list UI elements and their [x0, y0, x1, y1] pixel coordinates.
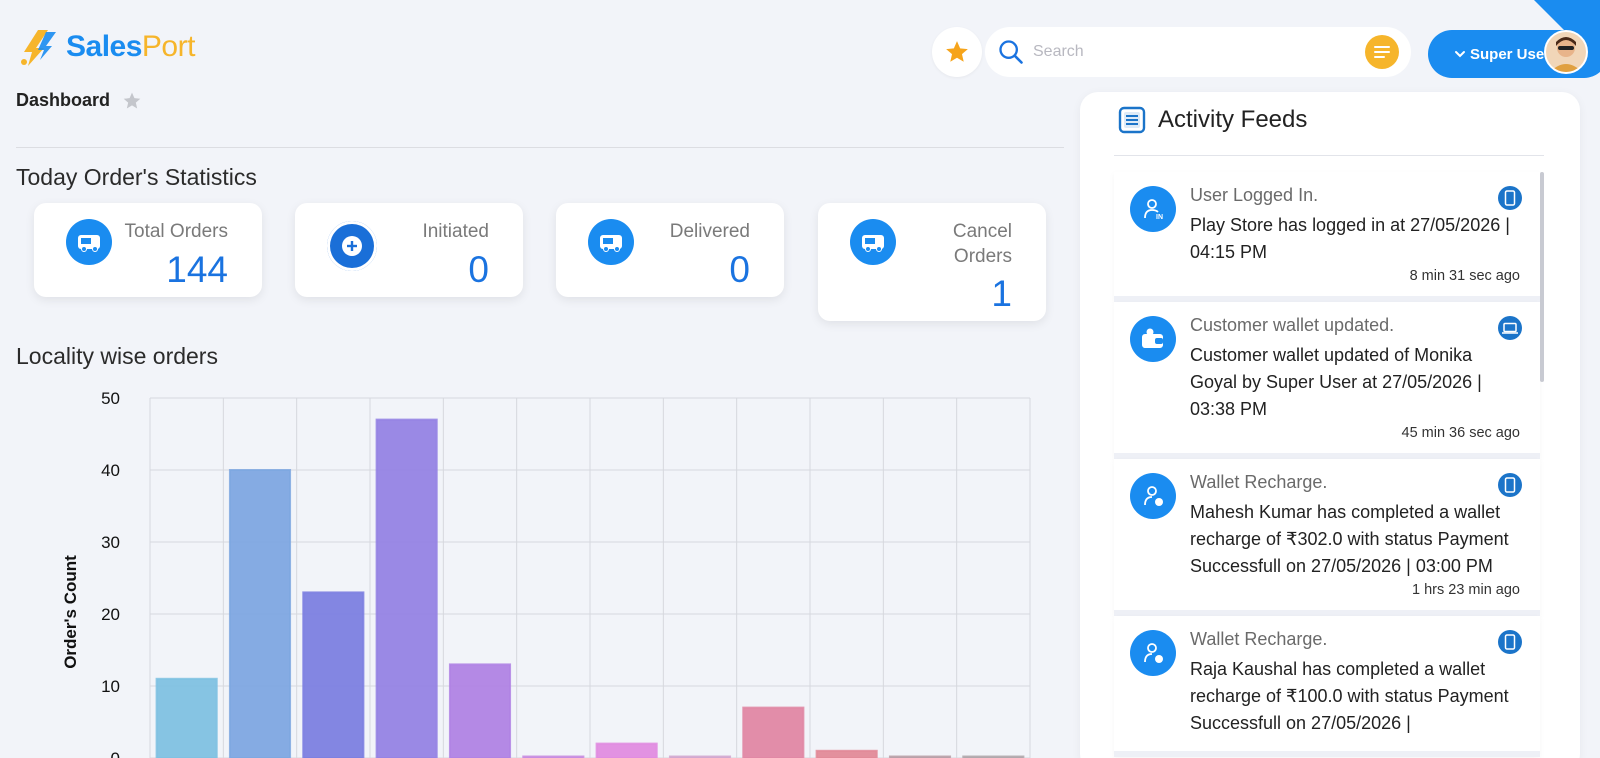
- feed-item[interactable]: Wallet Recharge. Raja Kaushal has comple…: [1114, 616, 1540, 757]
- chart-svg: 01020304050 irtharhsigis Order's Count: [61, 389, 1031, 758]
- y-axis-label: Order's Count: [61, 555, 80, 669]
- locality-bar-chart: 01020304050 irtharhsigis Order's Count: [50, 380, 1050, 758]
- feed-item[interactable]: Wallet Recharge. Mahesh Kumar has comple…: [1114, 459, 1540, 616]
- user-settings-icon: [1130, 473, 1176, 519]
- stat-value: 144: [166, 249, 228, 290]
- wallet-icon: [1130, 316, 1176, 362]
- feed-text: Raja Kaushal has completed a wallet rech…: [1190, 659, 1509, 733]
- y-tick-label: 20: [101, 605, 120, 624]
- feed-time: 1 hrs 23 min ago: [1411, 582, 1520, 598]
- stat-card-total-orders[interactable]: Total Orders 144: [34, 203, 262, 297]
- stats-section-title: Today Order's Statistics: [16, 164, 257, 190]
- search-icon[interactable]: [997, 38, 1025, 66]
- user-settings-icon: [1130, 630, 1176, 676]
- feed-time: 8 min 31 sec ago: [1409, 268, 1520, 284]
- y-tick-label: 0: [111, 749, 120, 758]
- favorite-star-icon[interactable]: [122, 91, 142, 111]
- chart-bar[interactable]: [595, 742, 658, 758]
- stat-label: Initiated: [422, 221, 489, 242]
- page-title: Dashboard: [16, 90, 111, 110]
- divider: [16, 147, 1064, 148]
- chart-bar[interactable]: [302, 591, 365, 758]
- laptop-icon: [1498, 316, 1522, 340]
- app-logo[interactable]: SalesPort: [16, 26, 195, 68]
- menu-lines-icon: [1374, 46, 1390, 58]
- search-input[interactable]: [1033, 43, 1365, 61]
- activity-panel: Activity Feeds IN User Logged In. Play S…: [1080, 92, 1580, 758]
- panel-divider: [1114, 155, 1544, 156]
- favorites-button[interactable]: [932, 27, 982, 77]
- feed-text: Customer wallet updated of Monika Goyal …: [1190, 345, 1482, 419]
- feed-item[interactable]: Customer wallet updated. Customer wallet…: [1114, 302, 1540, 459]
- search-bar: [985, 27, 1411, 77]
- star-icon: [946, 41, 968, 62]
- breadcrumb: Dashboard: [16, 90, 142, 111]
- mobile-icon: [1498, 630, 1522, 654]
- user-login-icon: IN: [1130, 186, 1176, 232]
- truck-icon: [66, 219, 112, 265]
- chart-bar[interactable]: [815, 749, 878, 758]
- chart-bar[interactable]: [155, 677, 218, 758]
- stat-label: Total Orders: [124, 221, 228, 242]
- feed-item[interactable]: IN User Logged In. Play Store has logged…: [1114, 172, 1540, 302]
- feed-title: Wallet Recharge.: [1190, 629, 1328, 649]
- feed-text: Mahesh Kumar has completed a wallet rech…: [1190, 502, 1509, 576]
- stat-label: Delivered: [669, 221, 750, 242]
- logo-mark-icon: [16, 26, 60, 68]
- stat-value: 0: [729, 249, 750, 290]
- chart-bar[interactable]: [742, 706, 805, 758]
- feed-text: Play Store has logged in at 27/05/2026 |…: [1190, 215, 1510, 262]
- activity-feed-list: IN User Logged In. Play Store has logged…: [1114, 172, 1540, 757]
- stat-label: Cancel Orders: [952, 221, 1012, 267]
- y-tick-label: 30: [101, 533, 120, 552]
- stat-card-initiated[interactable]: Initiated 0: [295, 203, 523, 297]
- y-tick-label: 40: [101, 461, 120, 480]
- feed-time: 45 min 36 sec ago: [1401, 425, 1521, 441]
- plus-circle-icon: [327, 221, 377, 271]
- feed-title: Wallet Recharge.: [1190, 472, 1328, 492]
- y-tick-label: 10: [101, 677, 120, 696]
- chart-bar[interactable]: [448, 663, 512, 758]
- stat-value: 1: [991, 273, 1012, 314]
- activity-title: Activity Feeds: [1158, 106, 1308, 133]
- feed-title: User Logged In.: [1190, 185, 1319, 205]
- logo-text: SalesPort: [66, 30, 195, 64]
- chevron-down-icon: [1455, 51, 1465, 58]
- truck-icon: [588, 219, 634, 265]
- feed-title: Customer wallet updated.: [1190, 315, 1395, 335]
- mobile-icon: [1498, 473, 1522, 497]
- svg-text:IN: IN: [1156, 214, 1163, 221]
- activity-header: Activity Feeds: [1118, 106, 1307, 134]
- truck-icon: [850, 219, 896, 265]
- avatar[interactable]: [1544, 30, 1588, 74]
- y-tick-label: 50: [101, 389, 120, 408]
- search-menu-button[interactable]: [1365, 35, 1399, 69]
- chart-section-title: Locality wise orders: [16, 343, 218, 369]
- mobile-icon: [1498, 186, 1522, 210]
- feed-scrollbar[interactable]: [1540, 172, 1544, 382]
- chart-bar[interactable]: [228, 469, 292, 758]
- list-icon: [1118, 106, 1146, 134]
- chart-bar[interactable]: [375, 418, 438, 758]
- logo-text-sales: Sales: [66, 30, 142, 63]
- stat-card-cancel-orders[interactable]: Cancel Orders 1: [818, 203, 1046, 321]
- stat-value: 0: [468, 249, 489, 290]
- stat-card-delivered[interactable]: Delivered 0: [556, 203, 784, 297]
- logo-text-port: Port: [141, 30, 196, 63]
